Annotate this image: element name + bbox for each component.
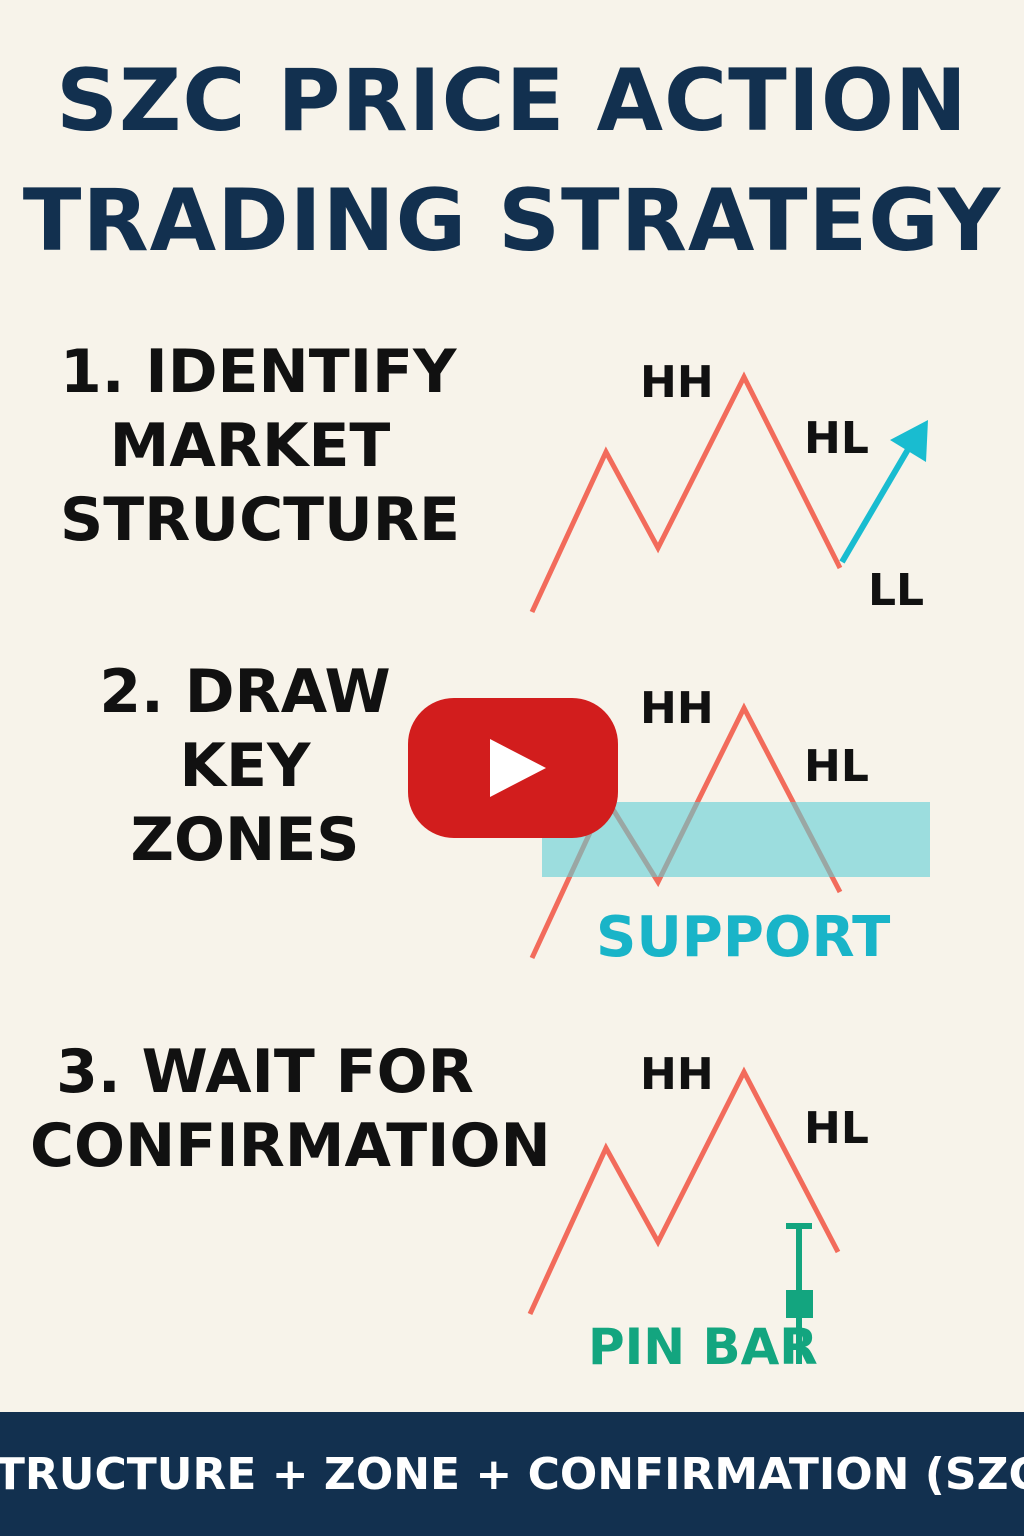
structure-diagram: HH HL LL (529, 357, 928, 616)
hh-label-1: HH (640, 357, 714, 408)
confirmation-diagram: HH HL PIN BAR (527, 1049, 869, 1376)
hh-label-2: HH (640, 683, 714, 734)
footer-banner: STRUCTURE + ZONE + CONFIRMATION (SZC) (0, 1412, 1024, 1536)
confirmation-price-line (527, 1066, 841, 1316)
hl-label-3: HL (804, 1103, 869, 1154)
hl-label-2: HL (804, 741, 869, 792)
support-label: SUPPORT (596, 905, 890, 970)
ll-label-1: LL (868, 565, 924, 616)
hl-label-1: HL (804, 413, 869, 464)
footer-text: STRUCTURE + ZONE + CONFIRMATION (SZC) (0, 1448, 1024, 1500)
uptrend-arrow-icon (890, 420, 928, 462)
play-triangle-icon (490, 739, 546, 797)
pin-bar-label: PIN BAR (588, 1318, 818, 1376)
play-button-icon[interactable] (408, 698, 618, 838)
hh-label-3: HH (640, 1049, 714, 1100)
structure-price-line (529, 371, 843, 614)
